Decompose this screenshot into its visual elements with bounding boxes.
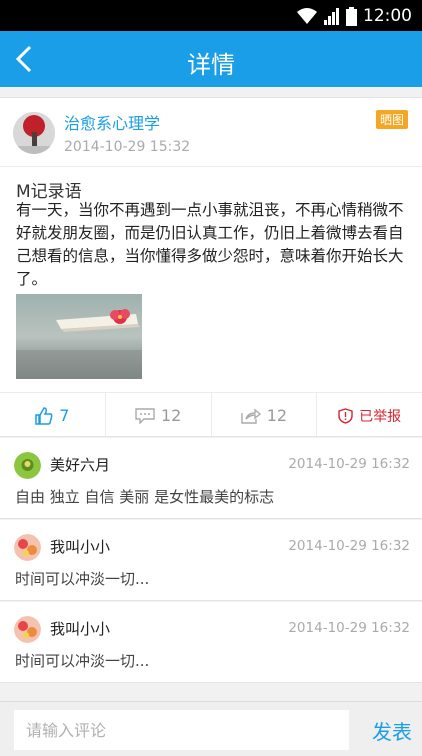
signal-icon	[324, 8, 339, 25]
share-button[interactable]: 12	[210, 393, 317, 438]
comment-input-bar: 发表	[0, 701, 422, 756]
author-name[interactable]: 治愈系心理学	[64, 110, 160, 134]
comment-icon	[135, 407, 155, 424]
commenter-name[interactable]: 美好六月	[50, 454, 110, 475]
comment-time: 2014-10-29 16:32	[288, 456, 410, 472]
author-avatar[interactable]	[13, 112, 55, 154]
comment-button[interactable]: 12	[104, 393, 211, 438]
post-body: 有一天，当你不再遇到一点小事就沮丧，不再心情稍微不好就发朋友圈，而是仍旧认真工作…	[16, 201, 404, 288]
post-card: 治愈系心理学 2014-10-29 15:32 晒图 M记录语 有一天，当你不再…	[0, 97, 422, 438]
comment-item: 我叫小小 2014-10-29 16:32 时间可以冲淡一切...	[0, 602, 422, 683]
report-label: 已举报	[359, 408, 402, 425]
comment-input[interactable]	[14, 710, 349, 750]
post-action-bar: 7 12 12 已举报	[0, 392, 422, 438]
app-bar: 详情	[0, 31, 422, 87]
page-title: 详情	[187, 51, 235, 79]
battery-icon	[346, 6, 357, 26]
status-time: 12:00	[363, 6, 412, 26]
commenter-name[interactable]: 我叫小小	[50, 618, 110, 639]
commenter-avatar[interactable]	[14, 534, 41, 561]
status-bar: 12:00	[0, 0, 422, 31]
comment-item: 我叫小小 2014-10-29 16:32 时间可以冲淡一切...	[0, 520, 422, 601]
share-icon	[240, 408, 261, 424]
commenter-avatar[interactable]	[14, 452, 41, 479]
status-icons: 12:00	[296, 4, 412, 28]
comment-text: 时间可以冲淡一切...	[15, 570, 150, 588]
like-count: 7	[59, 406, 70, 425]
comment-time: 2014-10-29 16:32	[288, 538, 410, 554]
wifi-icon	[297, 8, 317, 24]
category-badge: 晒图	[375, 110, 408, 129]
commenter-avatar[interactable]	[14, 616, 41, 643]
shield-alert-icon	[338, 407, 353, 424]
comment-item: 美好六月 2014-10-29 16:32 自由 独立 自信 美丽 是女性最美的…	[0, 438, 422, 519]
share-count: 12	[266, 406, 288, 425]
post-time: 2014-10-29 15:32	[64, 139, 191, 155]
like-button[interactable]: 7	[0, 393, 105, 438]
thumbs-up-icon	[35, 406, 53, 425]
comment-text: 时间可以冲淡一切...	[15, 652, 150, 670]
comment-time: 2014-10-29 16:32	[288, 620, 410, 636]
comment-text: 自由 独立 自信 美丽 是女性最美的标志	[15, 488, 275, 506]
send-button[interactable]: 发表	[372, 716, 412, 745]
commenter-name[interactable]: 我叫小小	[50, 536, 110, 557]
report-button[interactable]: 已举报	[316, 393, 422, 438]
comment-count: 12	[160, 406, 182, 425]
post-image[interactable]	[16, 294, 142, 379]
divider	[0, 166, 422, 167]
